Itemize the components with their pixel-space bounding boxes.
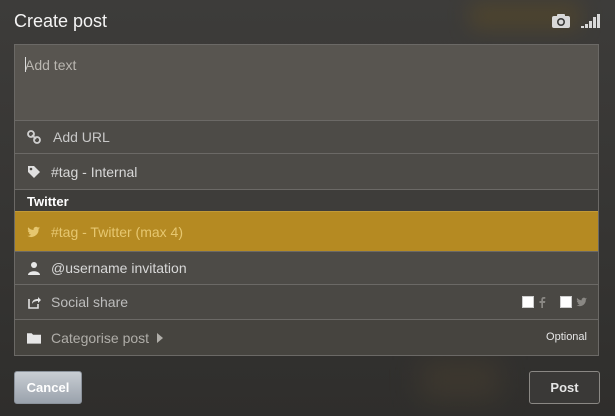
create-post-dialog: Create post Add URL #tag [0,0,615,416]
camera-icon[interactable] [551,13,571,29]
username-invitation-row[interactable]: @username invitation [15,251,598,284]
add-url-row[interactable]: Add URL [15,120,598,153]
dialog-title: Create post [14,11,108,31]
tag-icon [27,165,41,179]
add-url-label: Add URL [53,129,110,145]
facebook-share-checkbox[interactable] [522,296,534,308]
twitter-section-heading: Twitter [15,189,598,211]
dialog-header: Create post [0,0,615,44]
username-invitation-label: @username invitation [51,260,187,276]
internal-tag-row[interactable]: #tag - Internal [15,153,598,189]
twitter-share-option [560,296,588,308]
text-caret [25,57,26,72]
facebook-share-option [522,296,546,308]
social-share-row: Social share [15,284,598,319]
categorise-post-row[interactable]: Categorise post Optional [15,319,598,355]
social-share-label: Social share [51,294,129,310]
chevron-right-icon [157,332,164,343]
internal-tag-label: #tag - Internal [51,163,138,180]
background-blur [420,360,500,400]
twitter-share-checkbox[interactable] [560,296,572,308]
twitter-icon [576,297,587,307]
post-form-panel: Add URL #tag - Internal Twitter #tag - T… [14,44,599,356]
signal-icon [581,14,600,28]
folder-icon [27,331,41,345]
facebook-icon [539,297,546,308]
share-icon [27,295,41,309]
twitter-tag-row[interactable]: #tag - Twitter (max 4) [15,211,598,251]
post-button[interactable]: Post [529,371,600,404]
categorise-post-label: Categorise post [51,329,150,346]
social-share-options [522,285,588,319]
optional-note: Optional [546,331,587,343]
twitter-tag-label: #tag - Twitter (max 4) [51,223,184,240]
link-icon [27,130,41,144]
twitter-bird-icon [27,225,41,239]
post-text-input[interactable] [15,45,598,120]
user-icon [27,261,41,275]
cancel-button[interactable]: Cancel [14,371,82,404]
